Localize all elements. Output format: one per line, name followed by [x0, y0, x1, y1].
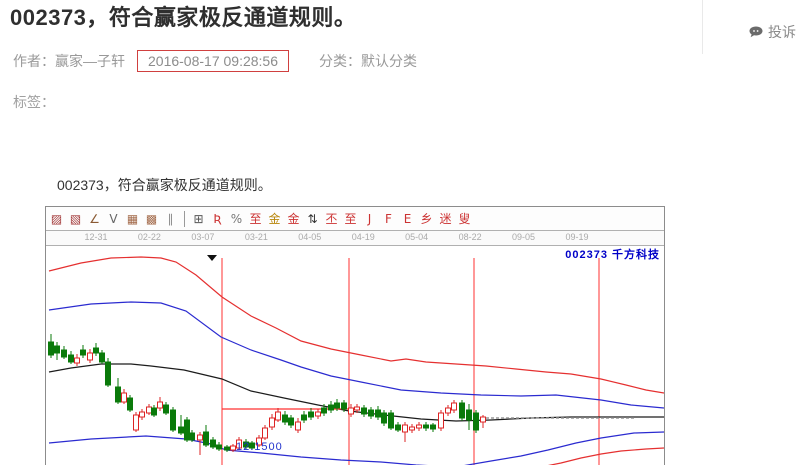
- author-label: 作者：: [13, 53, 55, 69]
- angle-f-icon[interactable]: F: [380, 210, 397, 227]
- price-label: 12.1500: [236, 441, 283, 453]
- tags-label: 标签：: [13, 92, 55, 112]
- angle-e-icon[interactable]: E: [399, 210, 416, 227]
- blog-post-page: 002373，符合赢家极反通道规则。 投诉 作者：赢家—子轩 2016-08-1…: [0, 0, 805, 463]
- post-meta: 作者：赢家—子轩 2016-08-17 09:28:56 分类：默认分类: [13, 50, 417, 72]
- waves-icon[interactable]: 乡: [418, 210, 435, 227]
- fill-pattern-icon[interactable]: ▨: [48, 210, 65, 227]
- axis-date-label: 09-05: [512, 232, 535, 242]
- complaint-label: 投诉: [768, 22, 796, 42]
- golden-line-icon[interactable]: 金: [285, 210, 302, 227]
- fill-pattern2-icon[interactable]: ▧: [67, 210, 84, 227]
- axis-date-label: 09-19: [565, 232, 588, 242]
- sidebar-divider: [702, 0, 703, 54]
- chart-toolbar: ▨▧∠Ⅴ▦▩∥⊞Ʀ%至金金⇅丕至JFE乡迷叟: [46, 207, 664, 230]
- cycle-tool-icon[interactable]: 迷: [437, 210, 454, 227]
- angle-j-icon[interactable]: J: [361, 210, 378, 227]
- trend-line-icon[interactable]: ∠: [86, 210, 103, 227]
- post-date-box: 2016-08-17 09:28:56: [137, 50, 289, 72]
- complaint-bubble-icon: [749, 26, 763, 38]
- category-link[interactable]: 默认分类: [361, 53, 417, 69]
- axis-date-label: 03-07: [191, 232, 214, 242]
- kline-compare-icon[interactable]: ⊞: [190, 210, 207, 227]
- measure-tool-icon[interactable]: 叟: [456, 210, 473, 227]
- toolbar-separator: [184, 211, 185, 227]
- kline-plot: 002373 千方科技 12.1500: [46, 246, 664, 465]
- axis-date-label: 08-22: [459, 232, 482, 242]
- axis-date-label: 12-31: [84, 232, 107, 242]
- author-name: 赢家—子轩: [55, 53, 125, 69]
- post-body-text: 002373，符合赢家极反通道规则。: [57, 175, 272, 195]
- axis-date-label: 03-21: [245, 232, 268, 242]
- post-title: 002373，符合赢家极反通道规则。: [10, 0, 356, 32]
- kline-plot-svg: [46, 246, 664, 465]
- complaint-link[interactable]: 投诉: [749, 22, 796, 42]
- zigzag-icon[interactable]: Ⅴ: [105, 210, 122, 227]
- stock-symbol-label: 002373 千方科技: [565, 246, 660, 262]
- updown-arrows-icon[interactable]: ⇅: [304, 210, 321, 227]
- axis-date-label: 04-05: [298, 232, 321, 242]
- post-date: 2016-08-17 09:28:56: [148, 53, 278, 69]
- parallel-lines-icon[interactable]: ∥: [162, 210, 179, 227]
- axis-date-label: 05-04: [405, 232, 428, 242]
- author: 作者：赢家—子轩: [13, 51, 125, 71]
- axis-date-label: 02-22: [138, 232, 161, 242]
- category-label: 分类：: [319, 53, 361, 69]
- gann-grid-icon[interactable]: 至: [342, 210, 359, 227]
- axis-date-label: 04-19: [352, 232, 375, 242]
- kline-chart-image: ▨▧∠Ⅴ▦▩∥⊞Ʀ%至金金⇅丕至JFE乡迷叟 12-3102-2203-0703…: [45, 206, 665, 465]
- slope-tool-icon[interactable]: Ʀ: [209, 210, 226, 227]
- channel-tool-icon[interactable]: 丕: [323, 210, 340, 227]
- golden-section-icon[interactable]: 金: [266, 210, 283, 227]
- grid-fill2-icon[interactable]: ▩: [143, 210, 160, 227]
- gann-fan-icon[interactable]: 至: [247, 210, 264, 227]
- category: 分类：默认分类: [319, 51, 417, 71]
- grid-fill-icon[interactable]: ▦: [124, 210, 141, 227]
- date-axis: 12-31 02-22 03-07 03-21 04-05 04-19 05-04 08-22…: [46, 230, 664, 246]
- percent-icon[interactable]: %: [228, 210, 245, 227]
